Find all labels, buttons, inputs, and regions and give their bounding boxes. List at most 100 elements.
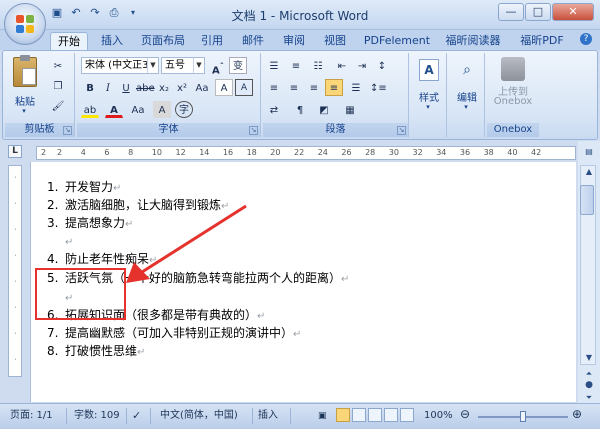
redo-icon[interactable]: ↷	[88, 6, 102, 20]
align-right-icon[interactable]: ≡	[305, 79, 323, 96]
justify-icon[interactable]: ≡	[325, 79, 343, 96]
line-spacing-icon[interactable]: ↕≡	[369, 79, 387, 96]
tab-review[interactable]: 审阅	[279, 32, 309, 50]
zoom-slider-thumb[interactable]	[520, 411, 526, 422]
paragraph-mark-icon[interactable]: ¶	[291, 101, 309, 118]
subscript-icon[interactable]: x₂	[155, 79, 173, 96]
character-border-icon[interactable]: A	[235, 79, 253, 96]
grow-font-icon[interactable]: Aˆ	[209, 57, 227, 76]
language[interactable]: 中文(简体，中国)	[160, 409, 238, 423]
distributed-icon[interactable]: ☰	[347, 79, 365, 96]
minimize-button[interactable]: —	[498, 3, 524, 21]
change-case-icon[interactable]: Aa	[193, 79, 211, 96]
scroll-down-icon[interactable]: ▼	[581, 351, 597, 365]
bullets-icon[interactable]: ☰	[265, 57, 283, 74]
font-size-combo[interactable]: 五号 ▼	[161, 57, 205, 74]
ruler-toggle-icon[interactable]: ▤	[581, 145, 597, 159]
print-preview-icon[interactable]: ⎙	[107, 6, 121, 20]
onebox-upload-icon[interactable]	[501, 57, 525, 81]
chevron-down-icon[interactable]: ▼	[147, 58, 158, 73]
styles-icon[interactable]: A	[419, 59, 439, 81]
paste-label[interactable]: 粘贴	[9, 93, 41, 108]
vertical-scrollbar[interactable]: ▤ ▲ ▼ ⏶ ● ⏷	[578, 141, 600, 403]
shading-icon[interactable]: ◩	[315, 101, 333, 118]
paste-dropdown-icon[interactable]: ▾	[19, 107, 29, 115]
customize-icon[interactable]: ▾	[126, 6, 140, 20]
draft-view-icon[interactable]	[400, 408, 414, 422]
zoom-level[interactable]: 100%	[424, 409, 453, 423]
scroll-up-icon[interactable]: ▲	[581, 165, 597, 179]
enclose-characters-icon[interactable]: 字	[175, 101, 193, 118]
document-line[interactable]: 3. 提高想象力↵	[47, 214, 133, 232]
document-line[interactable]: 8. 打破惯性思维↵	[47, 342, 145, 360]
zoom-in-icon[interactable]: ⊕	[572, 407, 582, 421]
print-layout-view-icon[interactable]	[336, 408, 350, 422]
phonetic-guide-icon[interactable]: 变	[229, 57, 247, 74]
paste-icon[interactable]	[13, 55, 37, 87]
save-icon[interactable]: ▣	[50, 6, 64, 20]
tab-pdfelement[interactable]: PDFelement	[362, 32, 432, 50]
tab-view[interactable]: 视图	[320, 32, 350, 50]
decrease-indent-icon[interactable]: ⇤	[333, 57, 351, 74]
font-launcher-icon[interactable]: ↘	[249, 126, 258, 135]
tab-selector[interactable]: L	[8, 145, 22, 158]
help-icon[interactable]: ?	[580, 33, 592, 45]
sort-icon[interactable]: ↕	[373, 57, 391, 74]
document-line[interactable]: 2. 激活脑细胞，让大脑得到锻炼↵	[47, 196, 229, 214]
maximize-button[interactable]: □	[525, 3, 551, 21]
web-layout-view-icon[interactable]	[368, 408, 382, 422]
copy-icon[interactable]: ❐	[49, 77, 67, 94]
word-count[interactable]: 字数: 109	[74, 409, 120, 423]
borders-icon[interactable]: ▦	[341, 101, 359, 118]
page-count[interactable]: 页面: 1/1	[10, 409, 53, 423]
format-painter-icon[interactable]: 🖌	[49, 97, 67, 114]
full-screen-view-icon[interactable]	[352, 408, 366, 422]
document-line[interactable]: 7. 提高幽默感（可加入非特别正规的演讲中）↵	[47, 324, 301, 342]
superscript-icon[interactable]: x²	[173, 79, 191, 96]
align-center-icon[interactable]: ≡	[285, 79, 303, 96]
clear-format-icon[interactable]: A	[215, 79, 233, 96]
insert-mode[interactable]: 插入	[258, 409, 278, 423]
text-direction-icon[interactable]: ⇄	[265, 101, 283, 118]
font-size-aa-icon[interactable]: Aa	[129, 101, 147, 118]
strikethrough-icon[interactable]: abe	[135, 79, 155, 96]
scrollbar-thumb[interactable]	[580, 185, 594, 215]
close-button[interactable]: ✕	[552, 3, 594, 21]
chevron-down-icon[interactable]: ▼	[193, 58, 204, 73]
font-name-combo[interactable]: 宋体 (中文正3 ▼	[81, 57, 159, 74]
horizontal-ruler[interactable]: 2 2 4 6 8 10 12 14 16 18 20 22 24 26 28 30 32 34 36 38 40 42	[36, 146, 576, 160]
underline-icon[interactable]: U	[117, 79, 135, 96]
tab-home[interactable]: 开始	[50, 32, 88, 50]
onebox-label-line2[interactable]: Onebox	[489, 96, 537, 107]
tab-page-layout[interactable]: 页面布局	[138, 32, 188, 50]
tab-references[interactable]: 引用	[197, 32, 227, 50]
undo-icon[interactable]: ↶	[69, 6, 83, 20]
styles-label[interactable]: 样式	[413, 89, 445, 104]
office-button[interactable]	[4, 3, 46, 45]
proofing-icon[interactable]: ✓	[132, 409, 141, 423]
tab-foxit-pdf[interactable]: 福昕PDF	[516, 32, 568, 50]
tab-mailings[interactable]: 邮件	[238, 32, 268, 50]
cut-icon[interactable]: ✂	[49, 57, 67, 74]
document-line[interactable]: 1. 开发智力↵	[47, 178, 121, 196]
font-color-icon[interactable]: A	[105, 101, 123, 118]
editing-label[interactable]: 编辑	[451, 89, 483, 104]
outline-view-icon[interactable]	[384, 408, 398, 422]
zoom-out-icon[interactable]: ⊖	[460, 407, 470, 421]
bold-icon[interactable]: B	[81, 79, 99, 96]
tab-foxit-reader[interactable]: 福昕阅读器	[442, 32, 504, 50]
paragraph-launcher-icon[interactable]: ↘	[397, 126, 406, 135]
character-shading-icon[interactable]: A	[153, 101, 171, 118]
styles-dropdown-icon[interactable]: ▾	[423, 103, 433, 111]
tab-insert[interactable]: 插入	[96, 32, 128, 50]
clipboard-launcher-icon[interactable]: ↘	[63, 126, 72, 135]
vertical-ruler[interactable]: · · · · · · · ·	[8, 165, 22, 377]
editing-dropdown-icon[interactable]: ▾	[461, 103, 471, 111]
document-line[interactable]: ↵	[47, 232, 73, 250]
increase-indent-icon[interactable]: ⇥	[353, 57, 371, 74]
multilevel-list-icon[interactable]: ☷	[309, 57, 327, 74]
highlight-icon[interactable]: ab	[81, 101, 99, 118]
italic-icon[interactable]: I	[99, 79, 117, 96]
numbering-icon[interactable]: ≡	[287, 57, 305, 74]
macro-icon[interactable]: ▣	[318, 409, 327, 423]
